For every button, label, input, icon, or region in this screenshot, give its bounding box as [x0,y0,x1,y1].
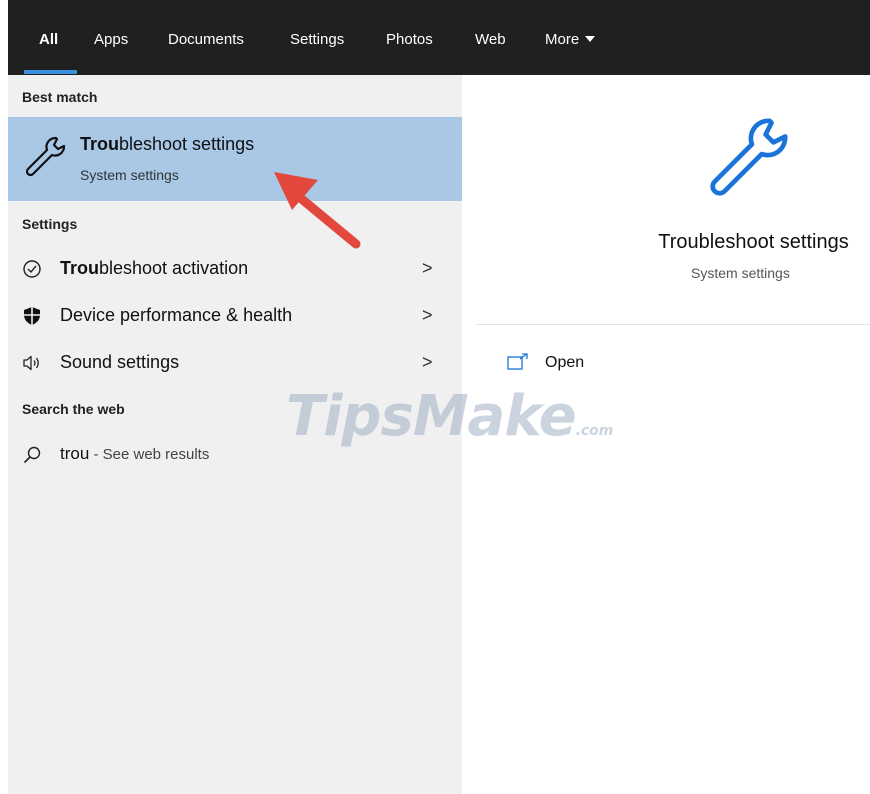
tab-more[interactable]: More [545,31,596,49]
tab-settings[interactable]: Settings [290,31,344,49]
active-tab-indicator [24,70,77,74]
caret-down-icon [585,36,596,43]
wrench-icon [25,136,66,177]
best-match-header: Best match [22,89,98,105]
tab-web[interactable]: Web [475,31,506,49]
open-action[interactable]: Open [507,349,707,379]
watermark-main: TipsMake [286,384,577,449]
best-match-title-bold: Trou [80,134,119,154]
web-search-label: trou - See web results [60,444,209,464]
web-search-query: trou [60,444,90,463]
tab-documents[interactable]: Documents [168,31,244,49]
settings-item-label: Device performance & health [60,305,293,325]
best-match-item[interactable] [8,117,462,201]
annotation-arrow [274,172,361,249]
settings-item-label: Sound settings [60,352,180,372]
settings-item-label-bold: Trou [60,258,99,278]
preview-title-text: Troubleshoot settings [658,231,849,253]
watermark: TipsMake.com [286,384,613,449]
tab-photos[interactable]: Photos [386,31,433,49]
best-match-subtitle: System settings [80,167,179,183]
settings-header: Settings [22,216,78,232]
preview-title: Troubleshoot settings [477,231,870,254]
best-match-title: Troubleshoot settings [80,134,254,155]
best-match-title-rest: bleshoot settings [119,134,255,154]
chevron-right-icon: > [422,305,433,325]
settings-item-sound[interactable]: Sound settings > [8,340,462,386]
settings-item-label: Troubleshoot activation [60,258,248,279]
divider [477,324,870,325]
open-window-icon [507,353,528,370]
check-circle-icon [23,260,41,278]
wrench-icon [710,118,788,196]
speaker-icon [23,355,39,371]
tab-more-label: More [545,31,580,48]
chevron-right-icon: > [422,258,433,278]
search-web-header: Search the web [22,401,125,417]
tab-all[interactable]: All [39,31,58,49]
search-icon [23,446,41,464]
chevron-right-icon: > [422,352,433,372]
settings-item-troubleshoot-activation[interactable]: Troubleshoot activation > [8,246,462,292]
settings-item-device-performance[interactable]: Device performance & health > [8,293,462,339]
tab-apps[interactable]: Apps [94,31,128,49]
web-search-suffix: - See web results [89,446,210,463]
settings-item-label-rest: bleshoot activation [99,258,249,278]
preview-subtitle: System settings [691,265,790,281]
open-label: Open [545,354,585,371]
shield-icon [24,307,40,325]
watermark-suffix: .com [575,423,614,439]
search-filter-bar: All Apps Documents Settings Photos Web M… [8,0,870,75]
